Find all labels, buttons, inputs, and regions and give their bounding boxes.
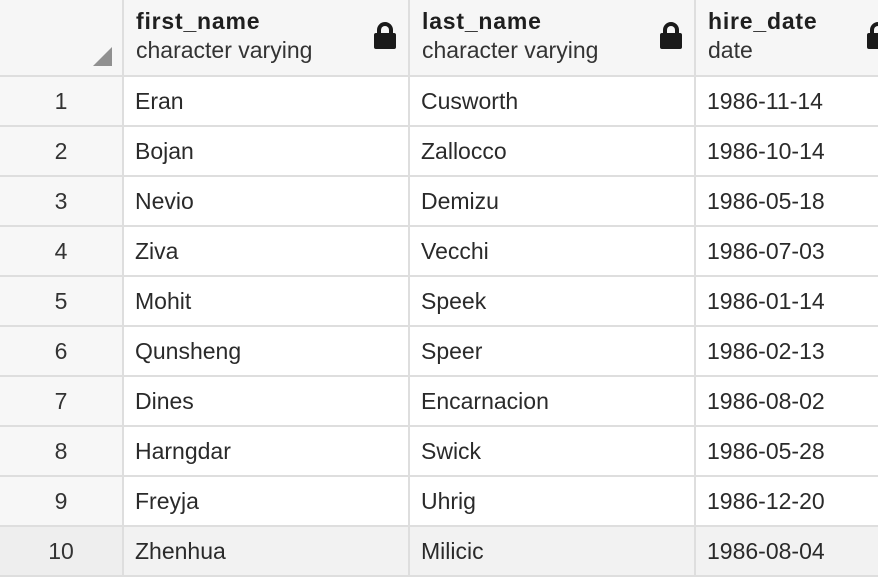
- row-number[interactable]: 5: [0, 276, 124, 327]
- table-row[interactable]: 2 Bojan Zallocco 1986-10-14: [0, 126, 878, 177]
- cell-first-name[interactable]: Freyja: [123, 476, 410, 527]
- table-row[interactable]: 4 Ziva Vecchi 1986-07-03: [0, 226, 878, 277]
- column-type: character varying: [136, 37, 313, 63]
- table-row[interactable]: 9 Freyja Uhrig 1986-12-20: [0, 476, 878, 527]
- column-name: first_name: [136, 8, 261, 34]
- cell-last-name[interactable]: Milicic: [409, 526, 696, 577]
- cell-first-name[interactable]: Ziva: [123, 226, 410, 277]
- row-number[interactable]: 3: [0, 176, 124, 227]
- cell-last-name[interactable]: Speer: [409, 326, 696, 377]
- cell-hire-date[interactable]: 1986-02-13: [695, 326, 878, 377]
- table-row[interactable]: 6 Qunsheng Speer 1986-02-13: [0, 326, 878, 377]
- cell-last-name[interactable]: Speek: [409, 276, 696, 327]
- cell-first-name[interactable]: Eran: [123, 76, 410, 127]
- row-number[interactable]: 8: [0, 426, 124, 477]
- cell-first-name[interactable]: Qunsheng: [123, 326, 410, 377]
- cell-first-name[interactable]: Harngdar: [123, 426, 410, 477]
- cell-hire-date[interactable]: 1986-05-28: [695, 426, 878, 477]
- table-row[interactable]: 3 Nevio Demizu 1986-05-18: [0, 176, 878, 227]
- column-type: character varying: [422, 37, 599, 63]
- cell-hire-date[interactable]: 1986-08-04: [695, 526, 878, 577]
- header-row: first_name character varying last_name c…: [0, 0, 878, 77]
- cell-last-name[interactable]: Cusworth: [409, 76, 696, 127]
- row-number[interactable]: 10: [0, 526, 124, 577]
- query-results-grid: first_name character varying last_name c…: [0, 0, 878, 582]
- table-row[interactable]: 10 Zhenhua Milicic 1986-08-04: [0, 526, 878, 577]
- cell-first-name[interactable]: Zhenhua: [123, 526, 410, 577]
- table-row[interactable]: 7 Dines Encarnacion 1986-08-02: [0, 376, 878, 427]
- cell-hire-date[interactable]: 1986-10-14: [695, 126, 878, 177]
- cell-hire-date[interactable]: 1986-12-20: [695, 476, 878, 527]
- table-row[interactable]: 1 Eran Cusworth 1986-11-14: [0, 76, 878, 127]
- results-table: first_name character varying last_name c…: [0, 0, 878, 577]
- column-header-hire-date[interactable]: hire_date date: [695, 0, 878, 77]
- cell-last-name[interactable]: Vecchi: [409, 226, 696, 277]
- cell-last-name[interactable]: Swick: [409, 426, 696, 477]
- lock-icon: [372, 22, 398, 50]
- row-number[interactable]: 2: [0, 126, 124, 177]
- cell-last-name[interactable]: Uhrig: [409, 476, 696, 527]
- table-row[interactable]: 8 Harngdar Swick 1986-05-28: [0, 426, 878, 477]
- column-header-last-name[interactable]: last_name character varying: [409, 0, 696, 77]
- cell-hire-date[interactable]: 1986-05-18: [695, 176, 878, 227]
- cell-hire-date[interactable]: 1986-08-02: [695, 376, 878, 427]
- cell-first-name[interactable]: Bojan: [123, 126, 410, 177]
- cell-first-name[interactable]: Mohit: [123, 276, 410, 327]
- row-number[interactable]: 1: [0, 76, 124, 127]
- cell-hire-date[interactable]: 1986-01-14: [695, 276, 878, 327]
- column-name: last_name: [422, 8, 542, 34]
- select-all-corner[interactable]: [0, 0, 124, 77]
- cell-last-name[interactable]: Encarnacion: [409, 376, 696, 427]
- lock-icon: [865, 22, 878, 50]
- cell-first-name[interactable]: Nevio: [123, 176, 410, 227]
- cell-last-name[interactable]: Zallocco: [409, 126, 696, 177]
- lock-icon: [658, 22, 684, 50]
- row-number[interactable]: 6: [0, 326, 124, 377]
- row-number[interactable]: 4: [0, 226, 124, 277]
- select-all-triangle-icon[interactable]: [93, 47, 112, 66]
- cell-first-name[interactable]: Dines: [123, 376, 410, 427]
- row-number[interactable]: 7: [0, 376, 124, 427]
- cell-hire-date[interactable]: 1986-11-14: [695, 76, 878, 127]
- table-row[interactable]: 5 Mohit Speek 1986-01-14: [0, 276, 878, 327]
- row-number[interactable]: 9: [0, 476, 124, 527]
- cell-last-name[interactable]: Demizu: [409, 176, 696, 227]
- column-type: date: [708, 37, 753, 63]
- cell-hire-date[interactable]: 1986-07-03: [695, 226, 878, 277]
- column-name: hire_date: [708, 8, 818, 34]
- column-header-first-name[interactable]: first_name character varying: [123, 0, 410, 77]
